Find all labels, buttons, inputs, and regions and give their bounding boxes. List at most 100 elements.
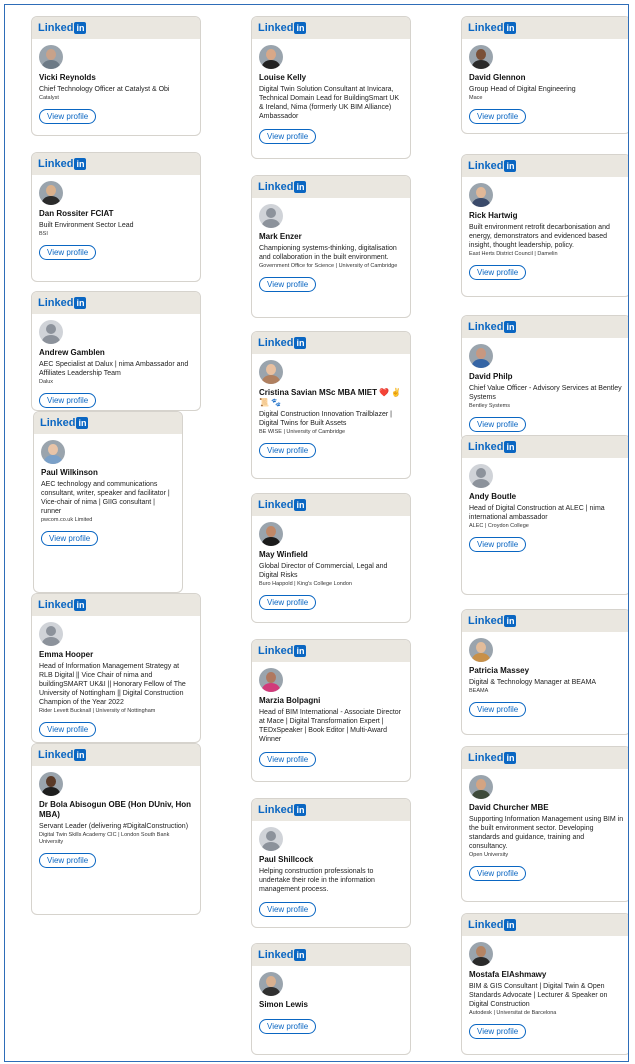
- linkedin-logo[interactable]: Linked in: [258, 181, 307, 193]
- avatar[interactable]: [469, 464, 493, 488]
- avatar[interactable]: [39, 181, 63, 205]
- profile-headline: Head of BIM International - Associate Di…: [259, 709, 402, 743]
- profile-headline: Digital Construction Innovation Trailbla…: [259, 411, 392, 427]
- linkedin-logo[interactable]: Linked in: [258, 22, 307, 34]
- view-profile-button[interactable]: View profile: [39, 853, 97, 868]
- linkedin-logo[interactable]: Linked in: [38, 158, 87, 170]
- profile-name[interactable]: Andy Boutle: [469, 492, 624, 502]
- profile-name[interactable]: Paul Wilkinson: [41, 468, 176, 478]
- avatar[interactable]: [39, 45, 63, 69]
- linkedin-wordmark: Linked: [468, 615, 504, 627]
- view-profile-button[interactable]: View profile: [259, 1019, 317, 1034]
- profile-name[interactable]: Louise Kelly: [259, 73, 404, 83]
- view-profile-button[interactable]: View profile: [39, 245, 97, 260]
- avatar[interactable]: [469, 183, 493, 207]
- linkedin-in-icon: in: [504, 919, 517, 931]
- profile-name[interactable]: Simon Lewis: [259, 1000, 404, 1010]
- profile-name[interactable]: Dr Bola Abisogun OBE (Hon DUniv, Hon MBA…: [39, 800, 194, 820]
- profile-headline: AEC Specialist at Dalux | nima Ambassado…: [39, 361, 189, 377]
- profile-organization: Rider Levett Bucknall | University of No…: [39, 708, 156, 714]
- view-profile-button[interactable]: View profile: [259, 752, 317, 767]
- avatar[interactable]: [259, 972, 283, 996]
- linkedin-logo[interactable]: Linked in: [468, 22, 517, 34]
- avatar[interactable]: [469, 775, 493, 799]
- card-header: Linked in: [462, 610, 628, 632]
- avatar[interactable]: [39, 622, 63, 646]
- linkedin-wordmark: Linked: [258, 499, 294, 511]
- avatar[interactable]: [469, 638, 493, 662]
- profile-name[interactable]: Andrew Gamblen: [39, 348, 194, 358]
- profile-name[interactable]: Patricia Massey: [469, 666, 624, 676]
- linkedin-in-icon: in: [504, 752, 517, 764]
- profile-name[interactable]: May Winfield: [259, 550, 404, 560]
- profile-headline: Group Head of Digital Engineering: [469, 86, 576, 93]
- view-profile-button[interactable]: View profile: [259, 129, 317, 144]
- profile-name[interactable]: Paul Shillcock: [259, 855, 404, 865]
- profile-name[interactable]: Mark Enzer: [259, 232, 404, 242]
- view-profile-button[interactable]: View profile: [469, 417, 527, 432]
- avatar[interactable]: [469, 45, 493, 69]
- profile-card: Linked in May Winfield Global Director of C…: [251, 493, 411, 623]
- view-profile-button[interactable]: View profile: [39, 722, 97, 737]
- view-profile-button[interactable]: View profile: [469, 537, 527, 552]
- linkedin-wordmark: Linked: [258, 337, 294, 349]
- profile-name[interactable]: Emma Hooper: [39, 650, 194, 660]
- avatar[interactable]: [259, 827, 283, 851]
- profile-headline: Built environment retrofit decarbonisati…: [469, 224, 610, 249]
- avatar[interactable]: [469, 344, 493, 368]
- linkedin-logo[interactable]: Linked in: [468, 321, 517, 333]
- profile-name[interactable]: Rick Hartwig: [469, 211, 624, 221]
- linkedin-logo[interactable]: Linked in: [38, 297, 87, 309]
- view-profile-button[interactable]: View profile: [469, 265, 527, 280]
- profile-name[interactable]: David Churcher MBE: [469, 803, 624, 813]
- linkedin-logo[interactable]: Linked in: [468, 919, 517, 931]
- profile-name[interactable]: David Philp: [469, 372, 624, 382]
- linkedin-logo[interactable]: Linked in: [258, 949, 307, 961]
- linkedin-logo[interactable]: Linked in: [468, 752, 517, 764]
- profile-headline: BIM & GIS Consultant | Digital Twin & Op…: [469, 983, 608, 1008]
- linkedin-logo[interactable]: Linked in: [468, 615, 517, 627]
- profile-organization: Dalux: [39, 379, 54, 385]
- avatar[interactable]: [41, 440, 65, 464]
- view-profile-button[interactable]: View profile: [469, 1024, 527, 1039]
- profile-headline: Chief Value Officer - Advisory Services …: [469, 385, 622, 401]
- linkedin-logo[interactable]: Linked in: [468, 441, 517, 453]
- profile-name[interactable]: Mostafa ElAshmawy: [469, 970, 624, 980]
- profile-name[interactable]: Cristina Savian MSc MBA MIET ❤️ ✌️ 📜 🐾: [259, 388, 404, 408]
- linkedin-logo[interactable]: Linked in: [40, 417, 89, 429]
- avatar[interactable]: [39, 772, 63, 796]
- view-profile-button[interactable]: View profile: [259, 443, 317, 458]
- avatar[interactable]: [259, 360, 283, 384]
- linkedin-logo[interactable]: Linked in: [38, 22, 87, 34]
- profile-name[interactable]: Marzia Bolpagni: [259, 696, 404, 706]
- avatar[interactable]: [259, 522, 283, 546]
- view-profile-button[interactable]: View profile: [259, 902, 317, 917]
- linkedin-in-icon: in: [294, 22, 307, 34]
- linkedin-logo[interactable]: Linked in: [468, 160, 517, 172]
- linkedin-logo[interactable]: Linked in: [38, 749, 87, 761]
- view-profile-button[interactable]: View profile: [39, 393, 97, 408]
- view-profile-button[interactable]: View profile: [41, 531, 99, 546]
- profile-organization: Digital Twin Skills Academy CIC | London…: [39, 832, 170, 845]
- linkedin-logo[interactable]: Linked in: [38, 599, 87, 611]
- view-profile-button[interactable]: View profile: [259, 595, 317, 610]
- view-profile-button[interactable]: View profile: [469, 109, 527, 124]
- linkedin-logo[interactable]: Linked in: [258, 804, 307, 816]
- avatar[interactable]: [469, 942, 493, 966]
- view-profile-button[interactable]: View profile: [259, 277, 317, 292]
- avatar[interactable]: [259, 45, 283, 69]
- view-profile-button[interactable]: View profile: [469, 702, 527, 717]
- profile-card: Linked in Emma Hooper Head of Information M…: [31, 593, 201, 743]
- avatar[interactable]: [259, 668, 283, 692]
- linkedin-logo[interactable]: Linked in: [258, 499, 307, 511]
- avatar[interactable]: [39, 320, 63, 344]
- profile-name[interactable]: Dan Rossiter FCIAT: [39, 209, 194, 219]
- profile-name[interactable]: Vicki Reynolds: [39, 73, 194, 83]
- profile-name[interactable]: David Glennon: [469, 73, 624, 83]
- view-profile-button[interactable]: View profile: [39, 109, 97, 124]
- linkedin-logo[interactable]: Linked in: [258, 645, 307, 657]
- profile-organization: Government Office for Science | Universi…: [259, 263, 398, 269]
- avatar[interactable]: [259, 204, 283, 228]
- linkedin-logo[interactable]: Linked in: [258, 337, 307, 349]
- view-profile-button[interactable]: View profile: [469, 866, 527, 881]
